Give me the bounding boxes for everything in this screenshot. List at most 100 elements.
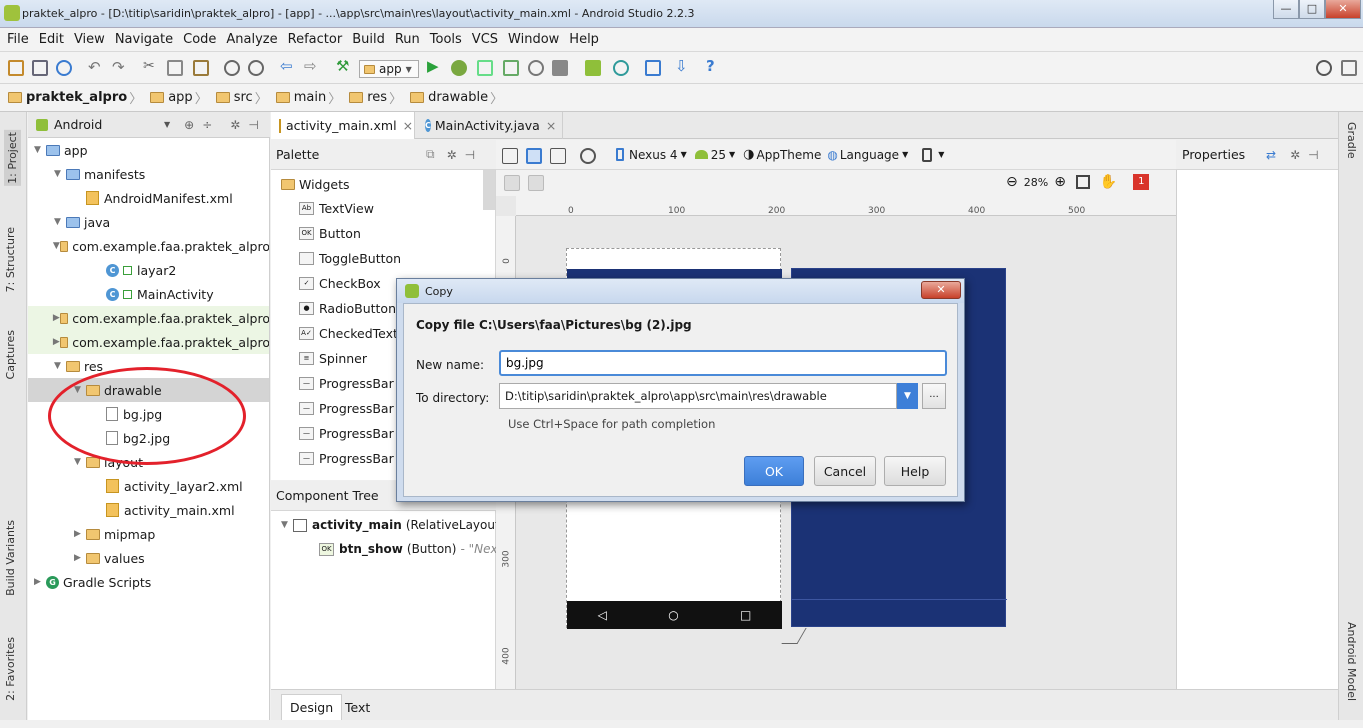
palette-item[interactable]: Ab TextView <box>299 196 374 221</box>
breadcrumb-project[interactable]: praktek_alpro 〉 <box>8 88 146 107</box>
back-icon[interactable]: ⇦ <box>280 57 296 75</box>
cut-icon[interactable]: ✂ <box>143 58 159 74</box>
tab-main-activity-java[interactable]: C MainActivity.java × <box>417 112 563 139</box>
theme-select[interactable]: AppTheme <box>757 148 822 162</box>
run-config-select[interactable]: app ▼ <box>359 60 419 78</box>
menu-file[interactable]: File <box>2 32 34 47</box>
tab-project[interactable]: 1: Project <box>4 130 21 186</box>
orientation-icon[interactable] <box>580 148 596 164</box>
palette-item[interactable]: — ProgressBar <box>299 446 394 471</box>
tree-item[interactable]: ▼ app <box>28 138 269 162</box>
both-view-icon[interactable] <box>550 148 566 164</box>
debug-icon[interactable] <box>451 60 467 76</box>
run-icon[interactable]: ▶ <box>427 57 443 75</box>
hide-icon[interactable]: ⊣ <box>465 148 475 162</box>
project-structure-icon[interactable] <box>645 60 661 76</box>
chevron-right-icon[interactable]: ▶ <box>53 313 60 323</box>
menu-analyze[interactable]: Analyze <box>221 32 282 47</box>
palette-view-icon[interactable]: ⧉ <box>426 147 435 162</box>
menu-build[interactable]: Build <box>347 32 390 47</box>
zoom-fit-icon[interactable] <box>1075 175 1090 189</box>
menu-navigate[interactable]: Navigate <box>110 32 178 47</box>
tab-android-model[interactable]: Android Model <box>1345 622 1358 701</box>
redo-icon[interactable]: ↷ <box>112 58 128 76</box>
close-tab-icon[interactable]: × <box>546 118 556 133</box>
tree-item[interactable]: ▼ java <box>28 210 269 234</box>
chevron-down-icon[interactable]: ▼ <box>164 120 170 129</box>
chevron-down-icon[interactable]: ▼ <box>74 457 86 467</box>
menu-edit[interactable]: Edit <box>34 32 69 47</box>
tree-item[interactable]: ▼ manifests <box>28 162 269 186</box>
open-icon[interactable] <box>8 60 24 76</box>
attach-debugger-icon[interactable] <box>477 60 493 76</box>
find-icon[interactable] <box>224 60 240 76</box>
pan-hand-icon[interactable]: ✋ <box>1100 174 1117 190</box>
close-tab-icon[interactable]: × <box>403 118 413 133</box>
maximize-button[interactable]: □ <box>1299 0 1325 19</box>
api-select[interactable]: 25 <box>711 148 726 162</box>
tree-item[interactable]: AndroidManifest.xml <box>28 186 269 210</box>
tab-captures[interactable]: Captures <box>4 330 17 379</box>
replace-icon[interactable] <box>248 60 264 76</box>
device-frame-icon[interactable] <box>922 147 933 162</box>
browse-button[interactable]: ... <box>922 383 946 409</box>
resize-handle[interactable] <box>781 628 807 644</box>
tree-item[interactable]: activity_main.xml <box>28 498 269 522</box>
to-directory-input[interactable]: D:\titip\saridin\praktek_alpro\app\src\m… <box>499 383 897 409</box>
scroll-from-source-icon[interactable]: ⊕ <box>184 118 194 132</box>
sdk-manager-icon[interactable] <box>613 60 629 76</box>
palette-item[interactable]: ToggleButton <box>299 246 401 271</box>
menu-tools[interactable]: Tools <box>425 32 467 47</box>
tree-node-activity-main[interactable]: ▼ activity_main (RelativeLayout) <box>281 514 504 536</box>
tab-build-variants[interactable]: Build Variants <box>4 520 17 596</box>
chevron-right-icon[interactable]: ▶ <box>74 553 86 563</box>
tab-structure[interactable]: 7: Structure <box>4 227 17 292</box>
help-icon[interactable]: ? <box>706 57 722 75</box>
coverage-icon[interactable] <box>503 60 519 76</box>
tree-node-btn-show[interactable]: OK btn_show (Button) - "Next" <box>319 538 508 560</box>
swap-view-icon[interactable]: ⇄ <box>1266 148 1276 162</box>
layout-icon[interactable] <box>1341 60 1357 76</box>
tree-item[interactable]: ▶ com.example.faa.praktek_alpro <box>28 330 269 354</box>
menu-view[interactable]: View <box>69 32 110 47</box>
hide-icon[interactable]: ⊣ <box>1308 148 1318 162</box>
copy-icon[interactable] <box>167 60 183 76</box>
tree-item[interactable]: ▶ com.example.faa.praktek_alpro <box>28 306 269 330</box>
directory-dropdown[interactable]: ▼ <box>897 383 918 409</box>
project-view-select[interactable]: Android <box>54 117 154 132</box>
palette-scrollbar[interactable] <box>483 170 495 210</box>
blueprint-view-icon[interactable] <box>526 148 542 164</box>
chevron-right-icon[interactable]: ▶ <box>53 337 60 347</box>
new-name-input[interactable] <box>499 350 947 376</box>
zoom-out-icon[interactable]: ⊖ <box>1006 174 1018 190</box>
tab-design[interactable]: Design <box>281 694 343 720</box>
close-button[interactable]: ✕ <box>1325 0 1361 19</box>
tree-item[interactable]: ▶ values <box>28 546 269 570</box>
rerun-icon[interactable] <box>528 60 544 76</box>
tab-favorites[interactable]: 2: Favorites <box>4 637 17 701</box>
hide-icon[interactable]: ⊣ <box>248 118 258 132</box>
breadcrumb-src[interactable]: src 〉 <box>215 88 272 107</box>
menu-help[interactable]: Help <box>564 32 604 47</box>
paste-icon[interactable] <box>193 60 209 76</box>
chevron-down-icon[interactable]: ▼ <box>53 241 60 251</box>
breadcrumb-drawable[interactable]: drawable 〉 <box>410 88 507 107</box>
download-icon[interactable]: ⇩ <box>675 57 691 75</box>
chevron-down-icon[interactable]: ▼ <box>54 217 66 227</box>
chevron-down-icon[interactable]: ▼ <box>54 169 66 179</box>
tree-item[interactable]: ▶ G Gradle Scripts <box>28 570 269 594</box>
dialog-close-button[interactable]: ✕ <box>921 281 961 299</box>
palette-item[interactable]: — ProgressBar <box>299 396 394 421</box>
language-select[interactable]: Language <box>840 148 899 162</box>
palette-item[interactable]: — ProgressBar <box>299 371 394 396</box>
design-view-icon[interactable] <box>502 148 518 164</box>
palette-item[interactable]: — ProgressBar <box>299 421 394 446</box>
tree-item[interactable]: ▼ com.example.faa.praktek_alpro <box>28 234 269 258</box>
search-icon[interactable] <box>1316 60 1332 76</box>
expand-vertical-icon[interactable] <box>528 175 544 191</box>
chevron-down-icon[interactable]: ▼ <box>34 145 46 155</box>
cancel-button[interactable]: Cancel <box>814 456 876 486</box>
palette-item[interactable]: OK Button <box>299 221 361 246</box>
expand-icon[interactable] <box>504 175 520 191</box>
undo-icon[interactable]: ↶ <box>88 58 104 76</box>
